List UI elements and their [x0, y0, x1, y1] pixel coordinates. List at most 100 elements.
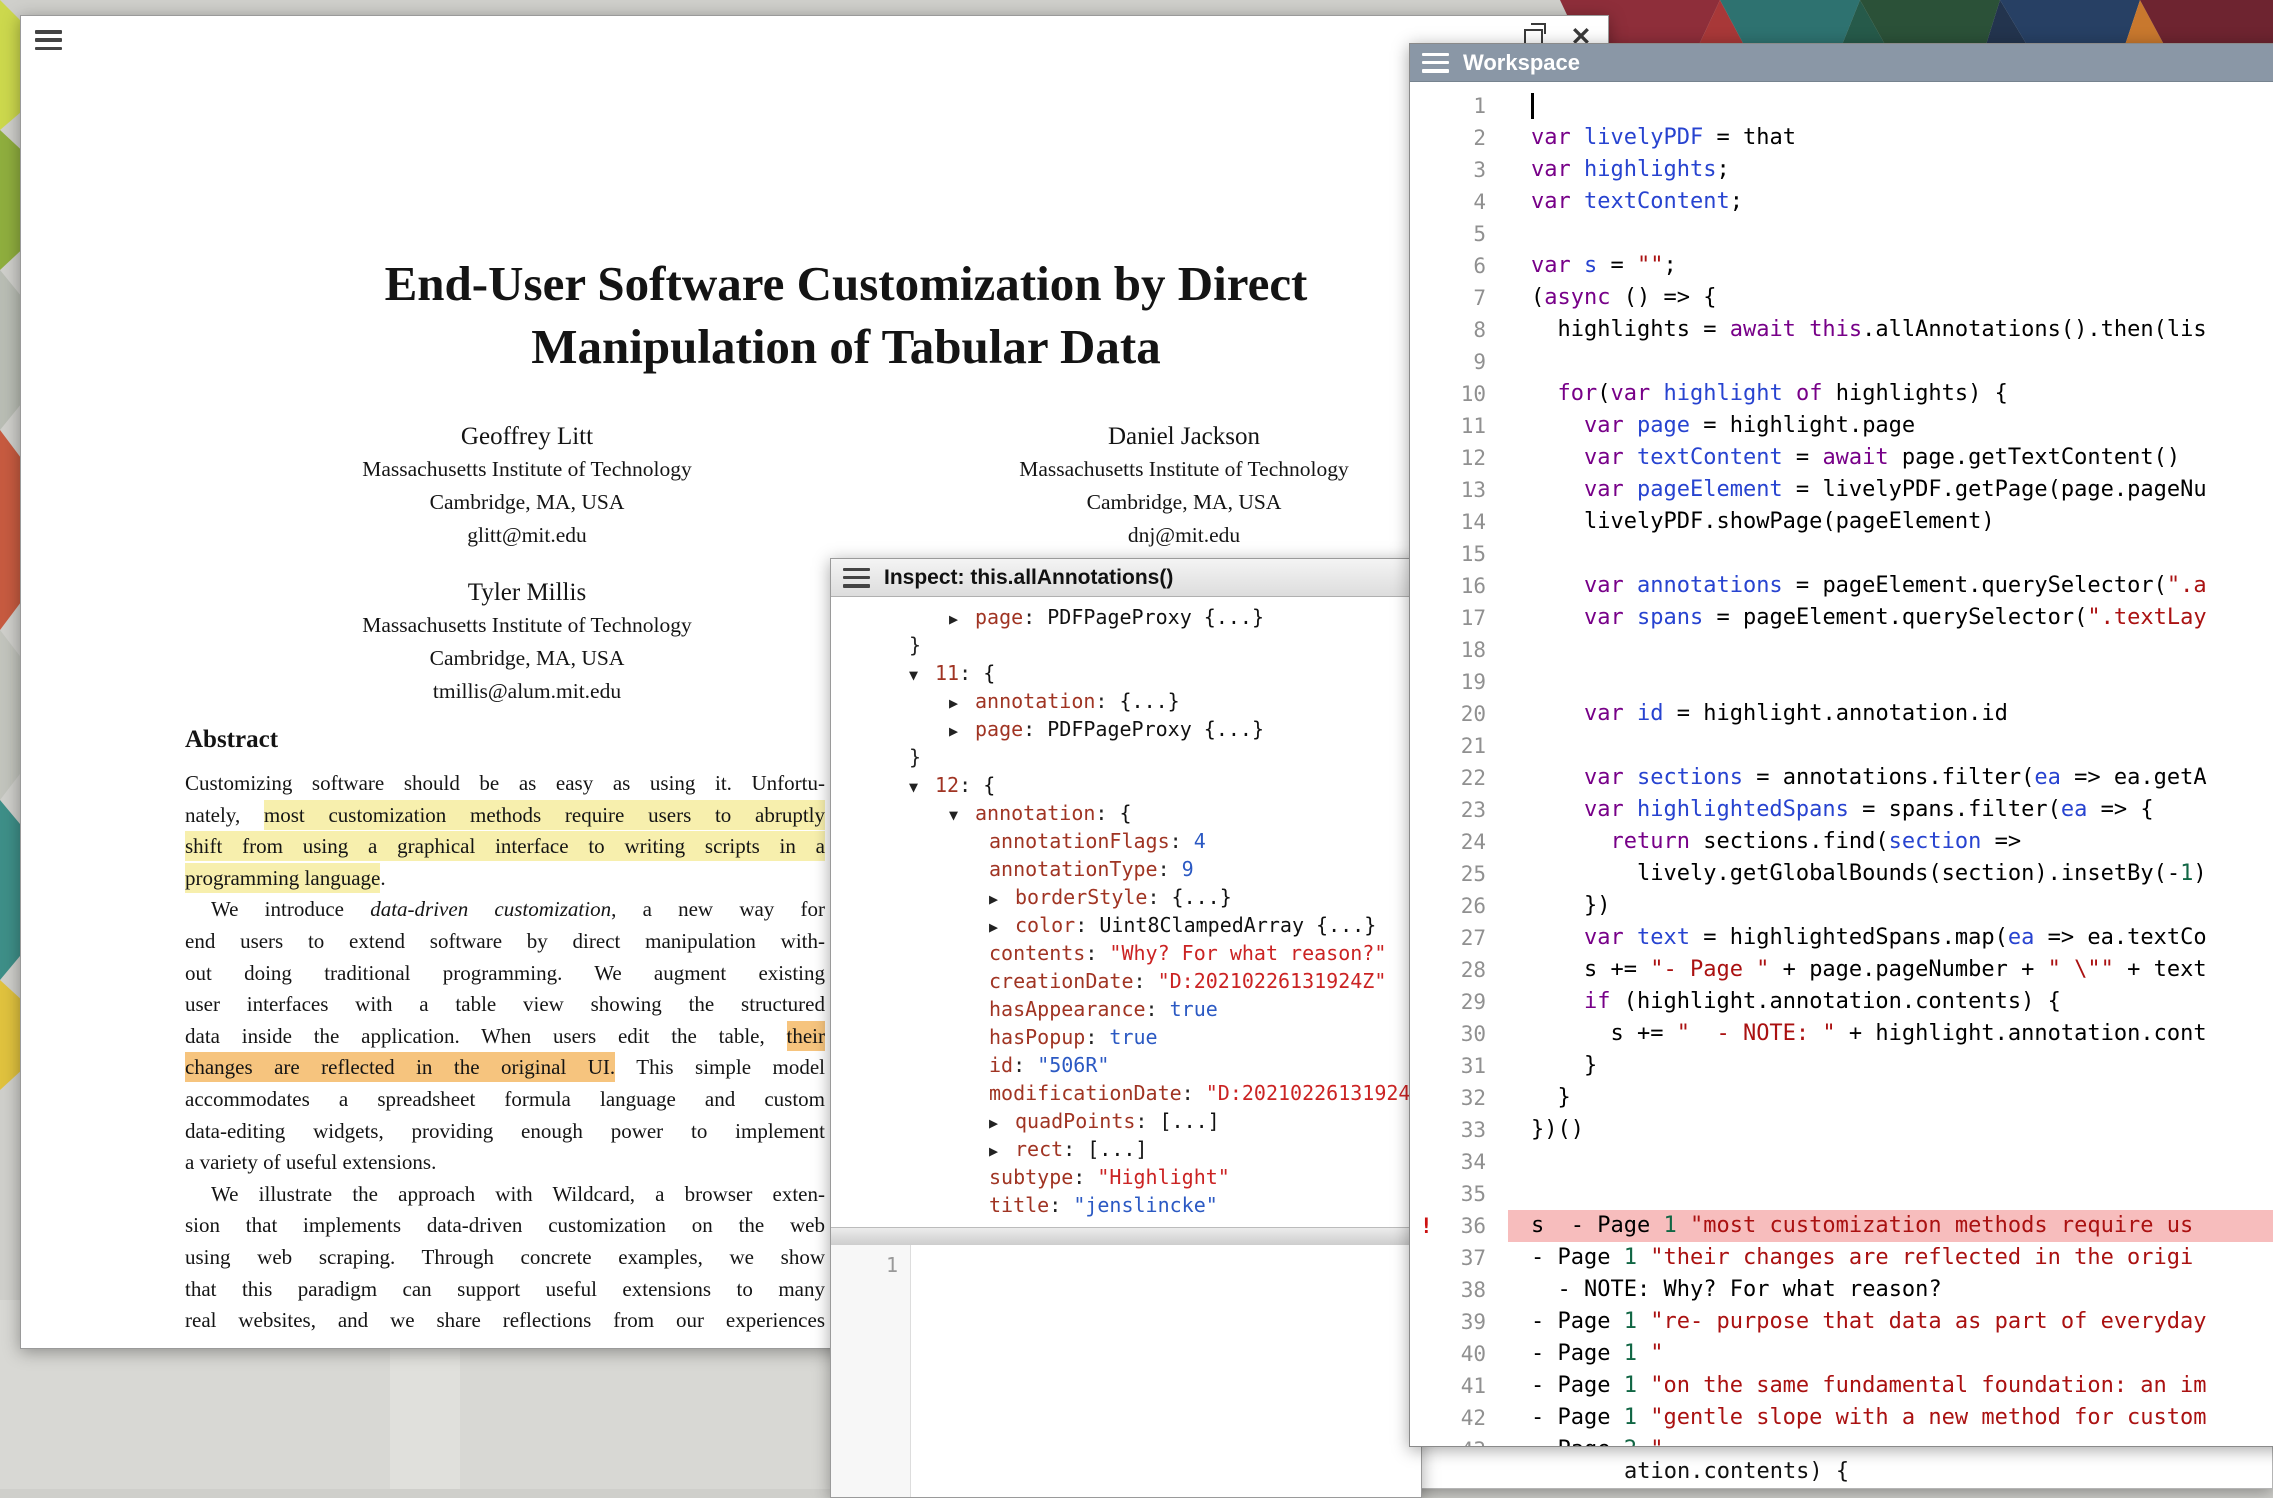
tree-row[interactable]: ▶page: PDFPageProxy {...}: [831, 603, 1421, 631]
inspector-titlebar[interactable]: Inspect: this.allAnnotations(): [831, 559, 1421, 597]
expanded-arrow-icon[interactable]: ▼: [909, 773, 935, 801]
property-key: annotationType: [989, 857, 1158, 881]
collapsed-arrow-icon[interactable]: ▶: [949, 717, 975, 745]
code-line-text[interactable]: [1508, 666, 2273, 698]
gutter-line-number: 19: [1410, 666, 1508, 698]
code-line-text[interactable]: var livelyPDF = that: [1508, 122, 2273, 154]
code-line-text[interactable]: livelyPDF.showPage(pageElement): [1508, 506, 2273, 538]
code-line: 30 s += " - NOTE: " + highlight.annotati…: [1410, 1018, 2273, 1050]
code-line-text[interactable]: s - Page 1 "most customization methods r…: [1508, 1210, 2273, 1242]
code-line-text[interactable]: [1508, 346, 2273, 378]
code-line-text[interactable]: [1508, 1178, 2273, 1210]
tree-row[interactable]: contents: "Why? For what reason?": [831, 939, 1421, 967]
tree-row[interactable]: ▶quadPoints: [...]: [831, 1107, 1421, 1135]
code-line: 31 }: [1410, 1050, 2273, 1082]
code-line-text[interactable]: highlights = await this.allAnnotations()…: [1508, 314, 2273, 346]
code-line-text[interactable]: })(): [1508, 1114, 2273, 1146]
code-line-text[interactable]: var highlightedSpans = spans.filter(ea =…: [1508, 794, 2273, 826]
code-line-text[interactable]: var highlights;: [1508, 154, 2273, 186]
tree-row[interactable]: ▼12: {: [831, 771, 1421, 799]
collapsed-arrow-icon[interactable]: ▶: [989, 913, 1015, 941]
code-editor[interactable]: 12var livelyPDF = that3var highlights;4v…: [1410, 82, 2273, 1446]
tree-row[interactable]: ▼11: {: [831, 659, 1421, 687]
gutter-line-number: 31: [1410, 1050, 1508, 1082]
code-line-text[interactable]: var annotations = pageElement.querySelec…: [1508, 570, 2273, 602]
code-line-text[interactable]: var textContent = await page.getTextCont…: [1508, 442, 2273, 474]
pane-splitter[interactable]: [831, 1227, 1421, 1246]
tree-row[interactable]: annotationFlags: 4: [831, 827, 1421, 855]
workspace-titlebar[interactable]: Workspace: [1410, 44, 2273, 82]
code-line-text[interactable]: [1508, 90, 2273, 122]
code-line-text[interactable]: }): [1508, 890, 2273, 922]
code-line-text[interactable]: var page = highlight.page: [1508, 410, 2273, 442]
code-line: 18: [1410, 634, 2273, 666]
code-line-text[interactable]: [1508, 218, 2273, 250]
expanded-arrow-icon[interactable]: ▼: [949, 801, 975, 829]
code-line-text[interactable]: - NOTE: Why? For what reason?: [1508, 1274, 2273, 1306]
tree-row[interactable]: id: "506R": [831, 1051, 1421, 1079]
inspector-code-input[interactable]: [911, 1245, 1421, 1497]
code-line-text[interactable]: return sections.find(section =>: [1508, 826, 2273, 858]
menu-icon[interactable]: [1422, 53, 1449, 73]
text-segment: .: [380, 866, 385, 890]
code-line-text[interactable]: var sections = annotations.filter(ea => …: [1508, 762, 2273, 794]
code-line-text[interactable]: var text = highlightedSpans.map(ea => ea…: [1508, 922, 2273, 954]
code-line-text[interactable]: for(var highlight of highlights) {: [1508, 378, 2273, 410]
code-line-text[interactable]: [1508, 538, 2273, 570]
tree-row[interactable]: ▶color: Uint8ClampedArray {...}: [831, 911, 1421, 939]
tree-row[interactable]: ▶borderStyle: {...}: [831, 883, 1421, 911]
tree-row[interactable]: annotationType: 9: [831, 855, 1421, 883]
tree-row[interactable]: }: [831, 743, 1421, 771]
tree-row[interactable]: title: "jenslincke": [831, 1191, 1421, 1219]
code-line-text[interactable]: - Page 1 "gentle slope with a new method…: [1508, 1402, 2273, 1434]
tree-row[interactable]: creationDate: "D:20210226131924Z": [831, 967, 1421, 995]
code-line-text[interactable]: var pageElement = livelyPDF.getPage(page…: [1508, 474, 2273, 506]
gutter-line-number: 41: [1410, 1370, 1508, 1402]
collapsed-arrow-icon[interactable]: ▶: [949, 689, 975, 717]
tree-row[interactable]: subtype: "Highlight": [831, 1163, 1421, 1191]
code-line-text[interactable]: - Page 1 "re- purpose that data as part …: [1508, 1306, 2273, 1338]
tree-row[interactable]: ▶page: PDFPageProxy {...}: [831, 715, 1421, 743]
abstract-heading: Abstract: [185, 726, 278, 754]
code-line-text[interactable]: var spans = pageElement.querySelector(".…: [1508, 602, 2273, 634]
collapsed-arrow-icon[interactable]: ▶: [989, 885, 1015, 913]
property-key: creationDate: [989, 969, 1134, 993]
code-line-text[interactable]: s += " - NOTE: " + highlight.annotation.…: [1508, 1018, 2273, 1050]
code-line-text[interactable]: [1508, 1146, 2273, 1178]
code-line-text[interactable]: lively.getGlobalBounds(section).insetBy(…: [1508, 858, 2273, 890]
tree-row[interactable]: ▼annotation: {: [831, 799, 1421, 827]
property-key: contents: [989, 941, 1085, 965]
code-line-text[interactable]: - Page 1 ": [1508, 1338, 2273, 1370]
code-line-text[interactable]: var id = highlight.annotation.id: [1508, 698, 2273, 730]
tree-row[interactable]: ▶rect: [...]: [831, 1135, 1421, 1163]
key-separator: :: [1182, 1081, 1206, 1105]
collapsed-arrow-icon[interactable]: ▶: [989, 1109, 1015, 1137]
code-line-text[interactable]: var s = "";: [1508, 250, 2273, 282]
tree-row[interactable]: hasPopup: true: [831, 1023, 1421, 1051]
code-line-text[interactable]: (async () => {: [1508, 282, 2273, 314]
code-line-text[interactable]: [1508, 730, 2273, 762]
code-line-text[interactable]: var textContent;: [1508, 186, 2273, 218]
text-cursor: [1531, 93, 1534, 119]
tree-row[interactable]: ▶annotation: {...}: [831, 687, 1421, 715]
gutter-line-number: 26: [1410, 890, 1508, 922]
code-line-text[interactable]: }: [1508, 1050, 2273, 1082]
gutter-line-number: 21: [1410, 730, 1508, 762]
abstract-line: accommodates a spreadsheet formula langu…: [185, 1084, 825, 1116]
code-line-text[interactable]: s += "- Page " + page.pageNumber + " \""…: [1508, 954, 2273, 986]
collapsed-arrow-icon[interactable]: ▶: [949, 605, 975, 633]
tree-row[interactable]: }: [831, 631, 1421, 659]
code-line-text[interactable]: - Page 2 ": [1508, 1434, 2273, 1446]
code-line-text[interactable]: [1508, 634, 2273, 666]
tree-row[interactable]: modificationDate: "D:20210226131924Z": [831, 1079, 1421, 1107]
collapsed-arrow-icon[interactable]: ▶: [989, 1137, 1015, 1165]
abstract-line: that this paradigm can support useful ex…: [185, 1274, 825, 1306]
code-line: 13 var pageElement = livelyPDF.getPage(p…: [1410, 474, 2273, 506]
code-line-text[interactable]: if (highlight.annotation.contents) {: [1508, 986, 2273, 1018]
expanded-arrow-icon[interactable]: ▼: [909, 661, 935, 689]
code-line-text[interactable]: }: [1508, 1082, 2273, 1114]
tree-row[interactable]: hasAppearance: true: [831, 995, 1421, 1023]
menu-icon[interactable]: [843, 568, 870, 588]
code-line-text[interactable]: - Page 1 "their changes are reflected in…: [1508, 1242, 2273, 1274]
code-line-text[interactable]: - Page 1 "on the same fundamental founda…: [1508, 1370, 2273, 1402]
